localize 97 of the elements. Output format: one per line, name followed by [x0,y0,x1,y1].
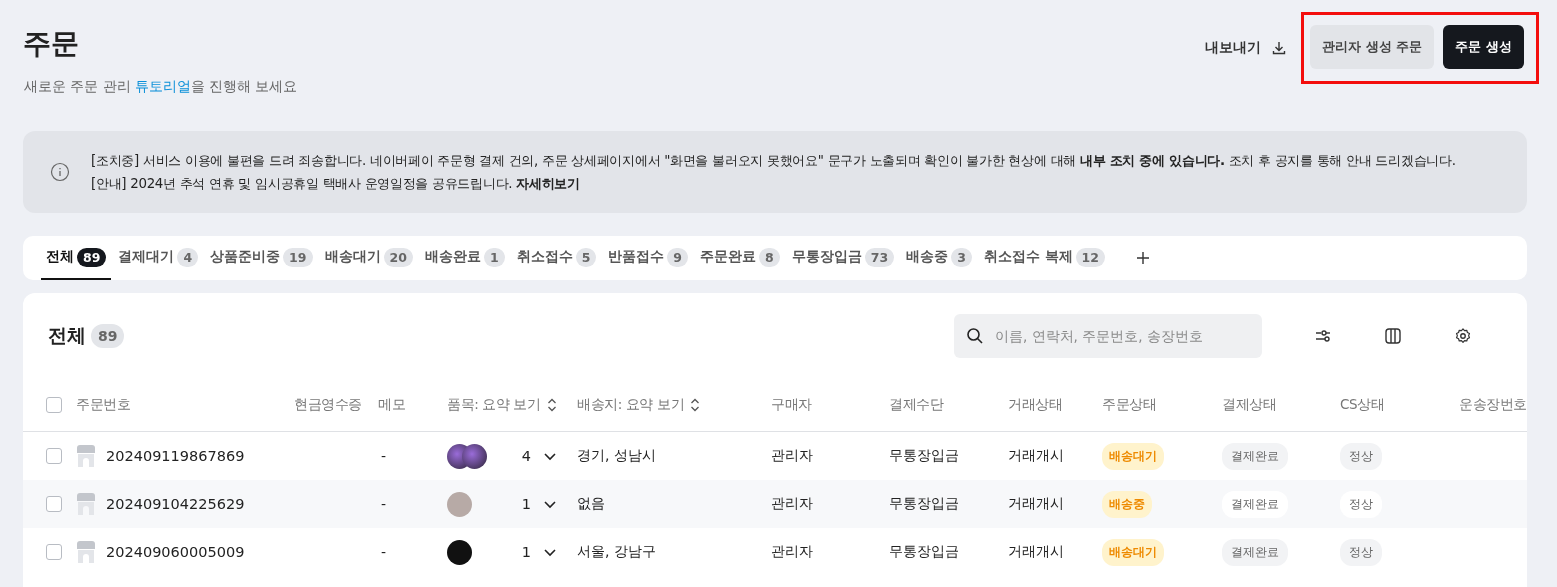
destination-cell-text: 경기, 성남시 [577,447,657,465]
payment-status-badge: 결제완료 [1222,538,1288,566]
count-badge: 12 [1075,247,1105,267]
status-tab[interactable]: 전체 89 [41,236,112,280]
count-badge: 89 [77,247,107,267]
column-header[interactable]: 배송지: 요약 보기 [577,396,771,414]
row-checkbox[interactable] [46,544,62,560]
column-header: 주문상태 [1102,396,1158,414]
item-count: 1 [521,496,531,512]
store-icon [76,493,96,515]
payment-status-badge: 결제완료 [1222,442,1288,470]
payment-status-badge: 결제완료 [1222,490,1288,518]
trade-status-cell-text: 거래개시 [1008,495,1065,513]
count-badge: 8 [759,247,780,267]
table-title: 전체 [48,323,86,348]
order-number[interactable]: 202409060005009 [106,544,245,560]
page-title: 주문 [23,26,80,62]
order-status-badge: 배송중 [1102,490,1152,518]
count-badge: 9 [667,247,689,267]
cs-status-badge: 정상 [1340,538,1382,566]
column-header: 거래상태 [1008,396,1064,414]
count-badge: 20 [383,247,413,267]
buyer-cell-text: 관리자 [771,447,814,465]
count-badge: 73 [864,247,895,267]
trade-status-cell-text: 거래개시 [1008,543,1065,561]
search-field[interactable]: 이름, 연락처, 주문번호, 송장번호 [954,314,1262,358]
export-button[interactable]: 내보내기 [1205,39,1288,57]
columns-icon[interactable] [1384,327,1402,345]
product-thumbnail [447,539,472,565]
column-header: 결제수단 [889,396,945,414]
column-header: CS상태 [1340,396,1386,414]
memo-cell-text: - [380,496,388,512]
create-order-button[interactable]: 주문 생성 [1443,25,1524,69]
notice-text: [조치중] 서비스 이용에 불편을 드려 죄송합니다. 네이버페이 주문형 결제 건의, 주문 상세페이지에서 "화면을 불러오지 못했어요" 문구가 노출되며 확인이 불가한 현상에 대해 내부 조치 중에 있습니다. 조치 후 공지를 통해 안내 드리겠습니다. [91,151,1456,170]
order-row[interactable]: 202409060005009 - 1 서울, 강남구 관리자 무통장입금 거래개시 배송대기 결제완료 정상 [23,528,1527,576]
column-header: 결제상태 [1222,396,1278,414]
info-icon [50,162,70,182]
trade-status-cell-text: 거래개시 [1008,447,1065,465]
tutorial-prompt: 새로운 주문 관리 튜토리얼 을 진행해 보세요 [24,78,298,96]
status-tab[interactable]: 결제대기 4 [113,236,204,280]
column-header: 구매자 [771,396,813,414]
order-row[interactable]: 202409104225629 - 1 없음 관리자 무통장입금 거래개시 배송중 결제완료 정상 [23,480,1527,528]
order-status-badge: 배송대기 [1102,442,1164,470]
column-header: 현금영수증 [294,396,363,414]
sort-icon [546,398,557,412]
count-badge: 4 [177,247,199,267]
column-header: 주문번호 [76,396,132,414]
settings-icon[interactable] [1454,327,1472,345]
cs-status-badge: 정상 [1340,490,1382,518]
order-number[interactable]: 202409119867869 [106,448,245,464]
payment-method-cell-text: 무통장입금 [889,447,960,465]
filter-icon[interactable] [1314,327,1332,345]
count-badge: 5 [575,247,597,267]
column-header[interactable]: 품목: 요약 보기 [447,396,577,414]
select-all-checkbox[interactable] [46,397,62,413]
count-badge: 3 [951,247,972,267]
status-tab[interactable]: 취소접수 5 [511,236,602,280]
status-tab[interactable]: 주문완료 8 [695,236,785,280]
status-tab[interactable]: 배송완료 1 [419,236,510,280]
item-count: 1 [521,544,531,560]
column-header: 운송장번호 [1459,396,1527,414]
row-checkbox[interactable] [46,448,62,464]
store-icon [76,445,96,467]
status-tab[interactable]: 반품접수 9 [603,236,694,280]
download-icon [1271,40,1288,56]
buyer-cell-text: 관리자 [771,543,814,561]
memo-cell-text: - [380,544,388,560]
search-input[interactable]: 이름, 연락처, 주문번호, 송장번호 [993,327,1250,345]
create-order-button[interactable]: 관리자 생성 주문 [1310,25,1435,69]
payment-method-cell-text: 무통장입금 [889,495,960,513]
status-tab[interactable]: 상품준비중 19 [205,236,318,280]
status-tab[interactable]: 배송중 3 [901,236,977,280]
destination-cell-text: 없음 [577,495,606,513]
cs-status-badge: 정상 [1340,442,1382,470]
order-number[interactable]: 202409104225629 [106,496,245,512]
sort-icon [690,398,701,412]
notice-text: [안내] 2024년 추석 연휴 및 임시공휴일 택배사 운영일정을 공유드립니다. 자세히보기 [91,174,581,193]
column-header: 메모 [378,396,407,414]
product-thumbnail [447,443,487,469]
status-tab[interactable]: 배송대기 20 [319,236,418,280]
order-status-badge: 배송대기 [1102,538,1164,566]
memo-cell-text: - [380,448,388,464]
destination-cell-text: 서울, 강남구 [577,543,657,561]
product-thumbnail [447,491,472,517]
count-badge: 1 [483,247,505,267]
store-icon [76,541,96,563]
payment-method-cell-text: 무통장입금 [889,543,960,561]
search-icon [966,327,984,345]
row-checkbox[interactable] [46,496,62,512]
item-count: 4 [521,448,531,464]
status-tab[interactable]: 취소접수 복제 12 [978,236,1110,280]
order-row[interactable]: 202409119867869 - 4 경기, 성남시 관리자 무통장입금 거래개시 배송대기 결제완료 정상 [23,432,1527,480]
buyer-cell-text: 관리자 [771,495,814,513]
count-badge: 19 [283,247,313,267]
add-icon[interactable] [1135,251,1150,265]
count-badge: 89 [91,324,125,348]
status-tab[interactable]: 무통장입금 73 [786,236,900,280]
